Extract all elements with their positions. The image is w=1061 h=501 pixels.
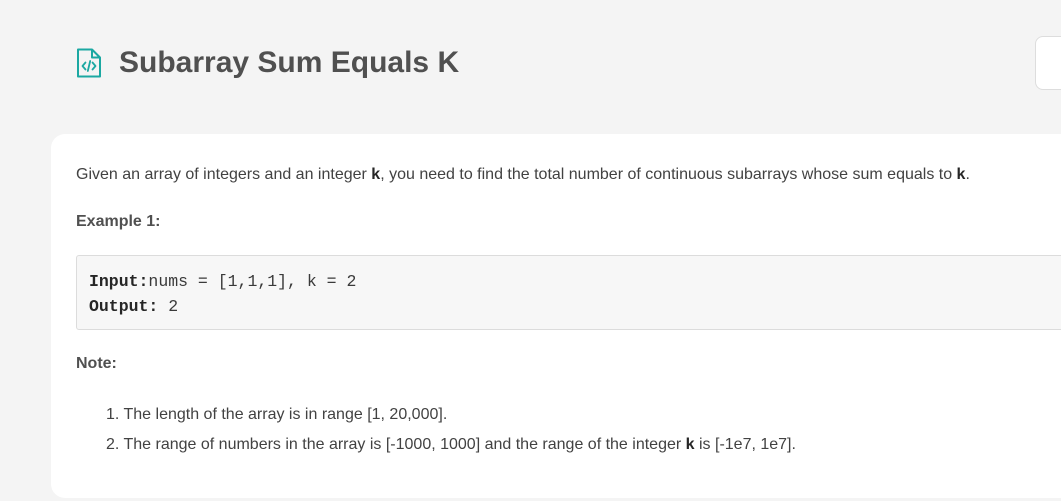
input-label: Input: [89,272,149,291]
example-heading: Example 1: [76,213,161,230]
list-item-text: is [-1e7, 1e7]. [694,436,796,453]
list-item-number: 2. [106,436,120,453]
description-k: k [371,166,381,183]
output-value: 2 [158,297,179,316]
note-heading: Note: [76,355,117,372]
description-text: . [965,166,970,183]
page-title: Subarray Sum Equals K [119,46,460,79]
problem-content-card: Given an array of integers and an intege… [51,134,1061,498]
problem-description: Given an array of integers and an intege… [76,166,970,184]
input-value: nums = [1,1,1], k = 2 [148,272,357,291]
description-text: Given an array of integers and an intege… [76,166,372,183]
list-item-number: 1. [106,406,120,423]
note-list: 1. The length of the array is in range [… [106,400,796,460]
description-text: , you need to find the total number of c… [380,166,957,183]
file-code-icon [76,48,102,78]
list-item-text: The range of numbers in the array is [-1… [123,436,686,453]
list-item-k: k [685,436,695,453]
page-header: Subarray Sum Equals K [76,46,459,80]
list-item-text: The length of the array is in range [1, … [123,406,448,423]
example-code-block: Input:nums = [1,1,1], k = 2 Output: 2 [76,255,1061,330]
list-item: 2. The range of numbers in the array is … [106,430,796,460]
header-action-button[interactable] [1035,36,1061,90]
output-label: Output: [89,297,159,316]
list-item: 1. The length of the array is in range [… [106,400,796,430]
